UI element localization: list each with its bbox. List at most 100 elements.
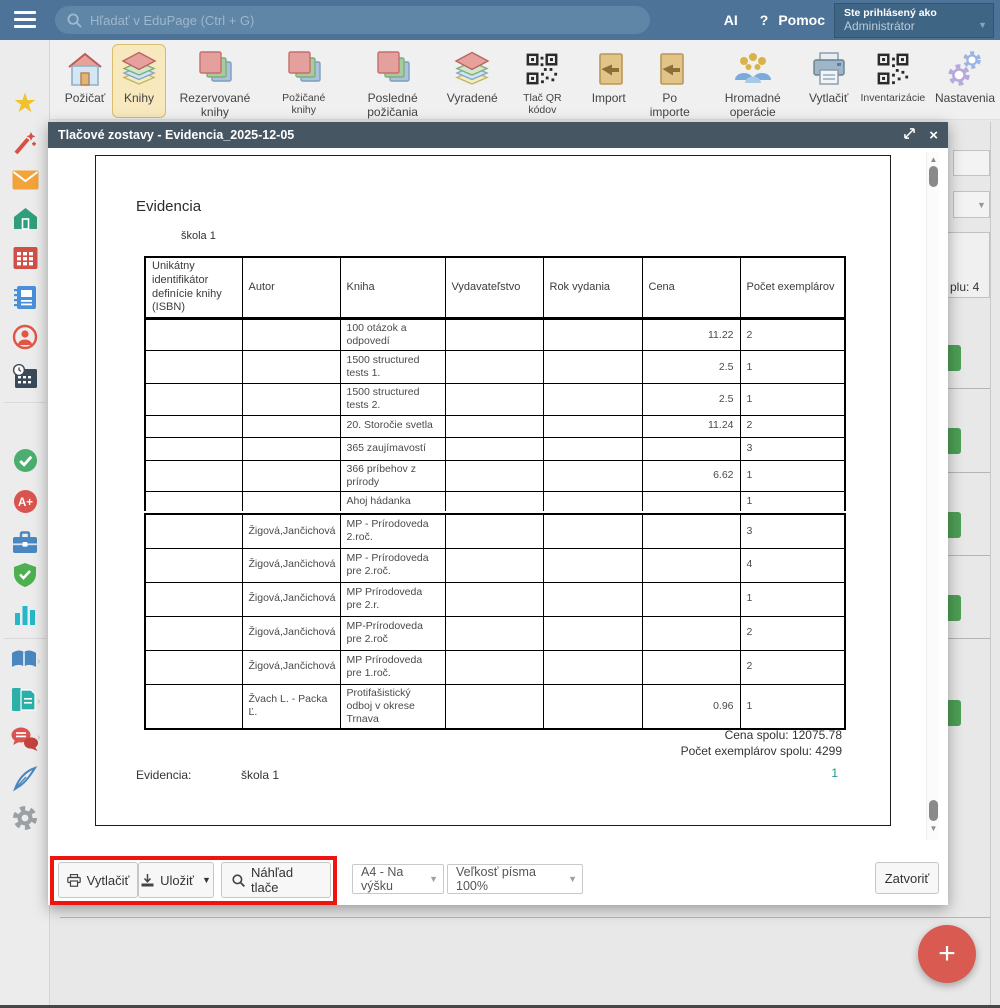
col-cena: Cena [642,257,740,319]
add-button[interactable]: + [918,925,976,983]
star-icon[interactable]: ★ [0,90,50,117]
search-input[interactable] [90,13,638,28]
scroll-thumb[interactable] [929,166,938,187]
scroll-down-icon[interactable]: ▼ [927,824,940,833]
close-button[interactable]: Zatvoriť [875,862,939,894]
page-number: 1 [831,766,838,780]
toolbar-item-inventarizacie[interactable]: Inventarizácie [856,44,930,108]
toolbar-item-vytlacit[interactable]: Vytlačiť [802,44,856,110]
shield-check-icon[interactable] [0,562,50,593]
dialog-header[interactable]: Tlačové zostavy - Evidencia_2025-12-05 × [48,122,948,148]
cell-cena: 11.22 [642,319,740,351]
toolbar-item-posledne-pozicania[interactable]: Posledné požičania [344,44,442,124]
print-preview-button[interactable]: Náhľad tlače [221,862,331,898]
cell-rok [543,319,642,351]
hamburger-menu-icon[interactable] [14,11,36,29]
gears-icon [944,48,986,90]
print-reports-dialog: Tlačové zostavy - Evidencia_2025-12-05 ×… [48,122,948,905]
cell-pocet: 1 [740,351,845,384]
print-button[interactable]: Vytlačiť [58,862,138,898]
cell-pocet: 2 [740,319,845,351]
cell-pocet: 2 [740,616,845,650]
document-title: Evidencia [136,198,201,215]
cards-icon [373,48,413,90]
cell-autor: Žvach L. - Packa Ľ. [242,684,340,729]
chat-bubbles-icon[interactable]: › [0,726,50,757]
background-box [953,150,990,176]
pen-icon[interactable] [0,766,50,797]
person-icon[interactable] [0,324,50,355]
cell-vydavatelstvo [445,491,543,511]
library-book-icon[interactable]: › [0,648,50,677]
cell-autor [242,384,340,415]
cell-isbn [145,319,242,351]
people-icon [732,48,774,90]
briefcase-icon[interactable] [0,531,50,560]
table-row: 20. Storočie svetla11.242 [145,415,845,437]
toolbar-item-nastavenia[interactable]: Nastavenia [930,44,1000,110]
toolbar-item-po-importe[interactable]: Po importe [636,44,704,124]
library-toolbar: Požičať Knihy Rezervované knihy Požičané… [50,40,1000,120]
paper-format-select[interactable]: A4 - Na výšku ▼ [352,864,444,894]
toolbar-item-rezervovane-knihy[interactable]: Rezervované knihy [166,44,264,124]
scroll-thumb[interactable] [929,800,938,821]
col-pocet-exemplarov: Počet exemplárov [740,257,845,319]
toolbar-item-pozicane-knihy[interactable]: Požičané knihy [264,44,344,120]
cell-kniha: 100 otázok a odpovedí [340,319,445,351]
cell-isbn [145,684,242,729]
cell-kniha: MP - Prírodoveda 2.roč. [340,514,445,548]
grade-aplus-icon[interactable]: A+ [0,489,50,519]
cell-kniha: MP - Prírodoveda pre 2.roč. [340,548,445,582]
toolbar-item-pozicat[interactable]: Požičať [58,44,112,110]
cell-pocet: 3 [740,514,845,548]
background-green-button-fragment [948,512,961,538]
user-menu[interactable]: Ste prihlásený ako Administrátor ▼ [834,3,994,38]
ai-button[interactable]: AI [724,12,738,28]
cell-isbn [145,582,242,616]
toolbar-item-vyradene[interactable]: Vyradené [442,44,503,110]
house-icon[interactable] [0,207,50,235]
save-button[interactable]: Uložiť ▼ [138,862,214,898]
font-size-select[interactable]: Veľkosť písma 100% ▼ [447,864,583,894]
qr-code-icon [876,48,910,90]
cell-isbn [145,491,242,511]
close-icon[interactable]: × [929,128,938,143]
envelope-icon[interactable] [0,170,50,195]
document-totals: Cena spolu: 12075.78 Počet exemplárov sp… [681,728,842,759]
toolbar-item-knihy[interactable]: Knihy [112,44,166,118]
cell-autor: Žigová,Jančichová [242,650,340,684]
cell-kniha: MP Prírodoveda pre 1.roč. [340,650,445,684]
toolbar-item-hromadne-operacie[interactable]: Hromadné operácie [704,44,802,124]
magic-wand-icon[interactable] [0,130,50,161]
scroll-up-icon[interactable]: ▲ [927,155,940,164]
document-school: škola 1 [181,230,216,242]
book-stack-icon [451,48,493,90]
cell-vydavatelstvo [445,384,543,415]
gear-icon[interactable] [0,805,50,836]
cell-cena [642,548,740,582]
bar-chart-icon[interactable] [0,602,50,631]
top-bar: AI ? Pomoc Ste prihlásený ako Administrá… [0,0,1000,40]
check-circle-icon[interactable] [0,448,50,478]
chevron-down-icon: ▼ [429,874,438,884]
background-panel-border [990,122,991,918]
cell-rok [543,514,642,548]
search-box[interactable] [55,6,650,34]
col-isbn: Unikátny identifikátor definície knihy (… [145,257,242,319]
help-icon[interactable]: ? [760,12,769,28]
cell-autor [242,491,340,511]
cell-isbn [145,616,242,650]
background-green-button-fragment [948,345,961,371]
toolbar-item-tlac-qr-kodov[interactable]: Tlač QR kódov [503,44,582,120]
preview-scrollbar[interactable]: ▲ ▼ [926,152,939,840]
calendar-clock-icon[interactable] [0,364,50,394]
document-book-icon[interactable]: › [0,687,50,717]
download-icon [141,874,154,887]
help-button[interactable]: Pomoc [778,12,825,28]
calendar-icon[interactable] [0,246,50,275]
cell-kniha: 1500 structured tests 1. [340,351,445,384]
notebook-icon[interactable] [0,285,50,315]
svg-text:›: › [37,696,40,707]
expand-icon[interactable] [904,127,915,143]
toolbar-item-import[interactable]: Import [582,44,636,110]
